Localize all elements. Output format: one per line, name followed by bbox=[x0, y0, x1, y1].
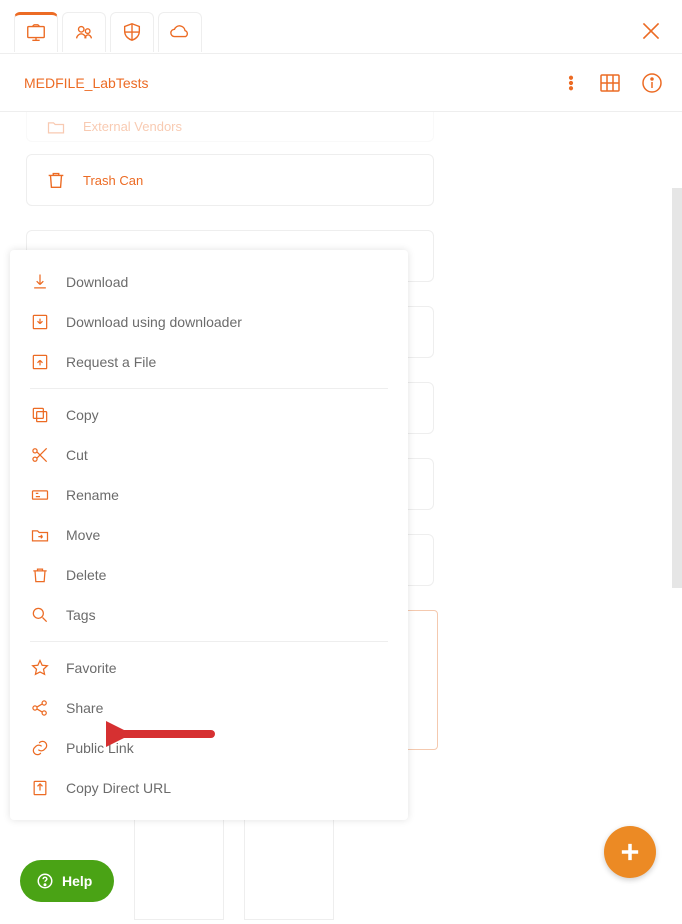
menu-label: Download using downloader bbox=[66, 314, 242, 330]
menu-rename[interactable]: Rename bbox=[10, 475, 408, 515]
scissors-icon bbox=[30, 445, 50, 465]
folder-row-trash[interactable]: Trash Can bbox=[26, 154, 434, 206]
header-actions bbox=[562, 70, 664, 96]
monitor-folder-icon bbox=[25, 22, 47, 44]
close-button[interactable] bbox=[638, 18, 664, 47]
menu-share[interactable]: Share bbox=[10, 688, 408, 728]
search-icon bbox=[30, 605, 50, 625]
page-title[interactable]: MEDFILE_LabTests bbox=[24, 75, 149, 91]
menu-label: Copy Direct URL bbox=[66, 780, 171, 796]
tab-my-files[interactable] bbox=[14, 12, 58, 52]
menu-request-file[interactable]: Request a File bbox=[10, 342, 408, 382]
menu-copy[interactable]: Copy bbox=[10, 395, 408, 435]
help-icon bbox=[36, 872, 54, 890]
menu-download[interactable]: Download bbox=[10, 262, 408, 302]
link-icon bbox=[30, 738, 50, 758]
menu-label: Tags bbox=[66, 607, 96, 623]
menu-copy-direct-url[interactable]: Copy Direct URL bbox=[10, 768, 408, 808]
menu-label: Favorite bbox=[66, 660, 117, 676]
menu-separator bbox=[30, 641, 388, 642]
menu-label: Move bbox=[66, 527, 100, 543]
folder-move-icon bbox=[30, 525, 50, 545]
breadcrumb-bar: MEDFILE_LabTests bbox=[0, 54, 682, 112]
users-icon bbox=[73, 21, 95, 43]
folder-icon bbox=[45, 117, 67, 137]
help-label: Help bbox=[62, 873, 92, 889]
delete-icon bbox=[30, 565, 50, 585]
menu-label: Copy bbox=[66, 407, 99, 423]
menu-label: Share bbox=[66, 700, 103, 716]
file-thumbnail[interactable] bbox=[244, 810, 334, 920]
info-icon[interactable] bbox=[640, 71, 664, 95]
context-menu: Download Download using downloader Reque… bbox=[10, 250, 408, 820]
folder-label: Trash Can bbox=[83, 173, 143, 188]
share-icon bbox=[30, 698, 50, 718]
download-box-icon bbox=[30, 312, 50, 332]
star-icon bbox=[30, 658, 50, 678]
plus-icon bbox=[616, 838, 644, 866]
rename-icon bbox=[30, 485, 50, 505]
menu-public-link[interactable]: Public Link bbox=[10, 728, 408, 768]
file-thumbnail[interactable] bbox=[134, 810, 224, 920]
tab-security[interactable] bbox=[110, 12, 154, 52]
tab-shared[interactable] bbox=[62, 12, 106, 52]
download-icon bbox=[30, 272, 50, 292]
folder-row-external-vendors[interactable]: External Vendors bbox=[26, 112, 434, 142]
menu-label: Public Link bbox=[66, 740, 134, 756]
trash-icon bbox=[45, 168, 67, 192]
close-icon bbox=[638, 18, 664, 44]
copy-link-icon bbox=[30, 778, 50, 798]
menu-label: Download bbox=[66, 274, 128, 290]
menu-tags[interactable]: Tags bbox=[10, 595, 408, 635]
top-tab-bar bbox=[0, 0, 682, 54]
tab-cloud[interactable] bbox=[158, 12, 202, 52]
menu-cut[interactable]: Cut bbox=[10, 435, 408, 475]
menu-label: Rename bbox=[66, 487, 119, 503]
upload-box-icon bbox=[30, 352, 50, 372]
add-fab[interactable] bbox=[604, 826, 656, 878]
cloud-icon bbox=[168, 21, 192, 43]
help-button[interactable]: Help bbox=[20, 860, 114, 902]
grid-view-icon[interactable] bbox=[598, 71, 622, 95]
menu-favorite[interactable]: Favorite bbox=[10, 648, 408, 688]
menu-download-using-downloader[interactable]: Download using downloader bbox=[10, 302, 408, 342]
menu-delete[interactable]: Delete bbox=[10, 555, 408, 595]
menu-label: Cut bbox=[66, 447, 88, 463]
scrollbar[interactable] bbox=[672, 188, 682, 588]
folder-label: External Vendors bbox=[83, 119, 182, 134]
menu-label: Delete bbox=[66, 567, 106, 583]
menu-separator bbox=[30, 388, 388, 389]
copy-icon bbox=[30, 405, 50, 425]
menu-label: Request a File bbox=[66, 354, 156, 370]
more-vert-icon[interactable] bbox=[562, 70, 580, 96]
menu-move[interactable]: Move bbox=[10, 515, 408, 555]
shield-icon bbox=[121, 21, 143, 43]
